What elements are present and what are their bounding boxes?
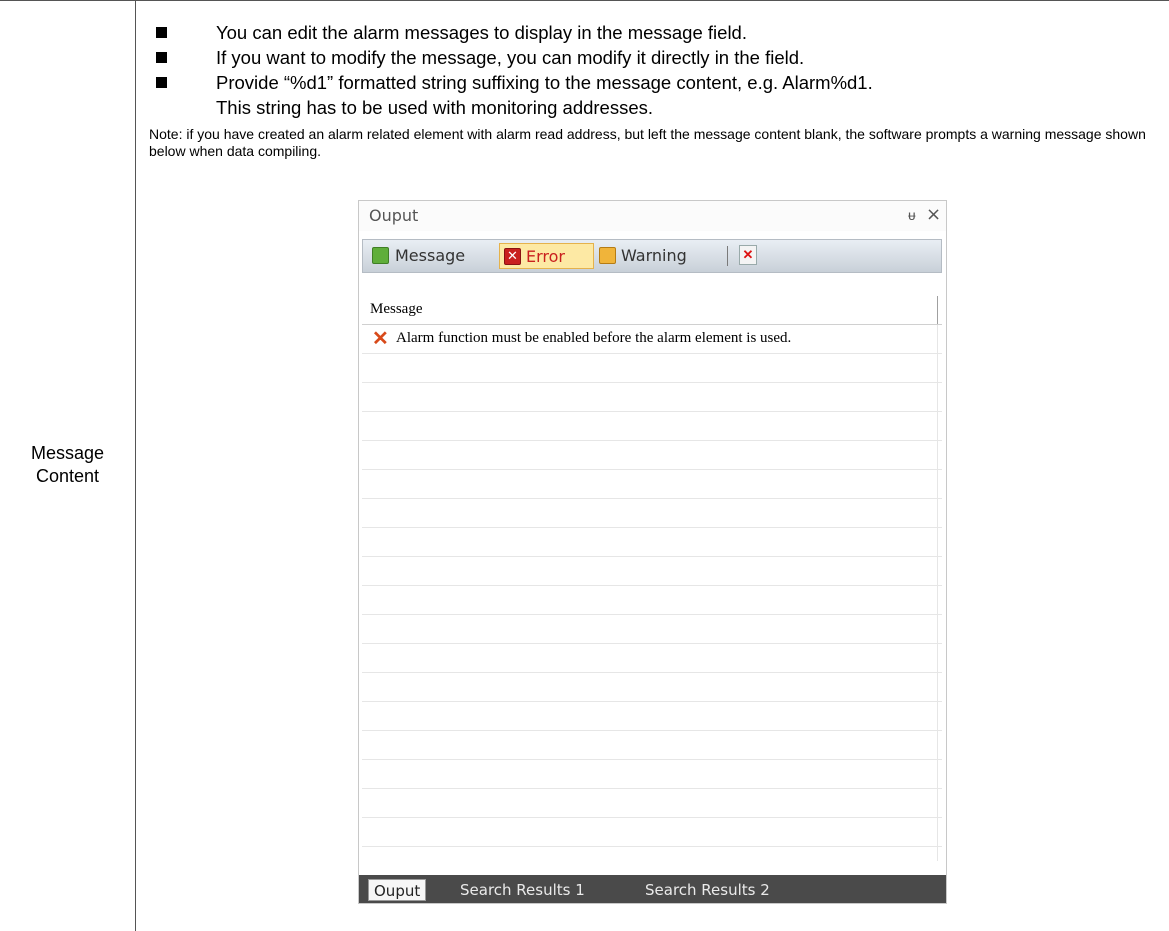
table-row: [362, 383, 942, 412]
table-top-border: [0, 0, 1169, 1]
message-filter-label: Message: [395, 246, 466, 265]
message-text: Alarm function must be enabled before th…: [396, 330, 792, 346]
bullet-text-continuation: This string has to be used with monitori…: [216, 97, 654, 118]
table-row: [362, 528, 942, 557]
message-icon: [372, 247, 389, 264]
close-icon[interactable]: ×: [926, 204, 941, 225]
tab-search-results-1[interactable]: Search Results 1: [460, 879, 585, 901]
error-icon: ✕: [504, 248, 521, 265]
bullet-text: You can edit the alarm messages to displ…: [216, 22, 747, 43]
warning-filter-button[interactable]: Warning: [599, 243, 719, 269]
table-row: [362, 789, 942, 818]
table-row: [362, 354, 942, 383]
table-row: [362, 615, 942, 644]
output-panel: Ouput ᵾ × Message ✕ Error Warning ✕ Mess…: [358, 200, 947, 904]
message-grid: ✕ Alarm function must be enabled before …: [362, 325, 942, 861]
table-row: [362, 470, 942, 499]
message-column-header[interactable]: Message: [362, 296, 942, 325]
tab-search-results-2[interactable]: Search Results 2: [645, 879, 770, 901]
bullet-square-icon: [156, 27, 167, 38]
clear-output-icon[interactable]: ✕: [739, 245, 757, 265]
toolbar-separator: [727, 246, 728, 266]
table-row: [362, 673, 942, 702]
table-row: [362, 644, 942, 673]
bullet-item: You can edit the alarm messages to displ…: [152, 20, 1152, 45]
pin-icon[interactable]: ᵾ: [908, 207, 916, 224]
bullet-text: If you want to modify the message, you c…: [216, 47, 805, 68]
table-row[interactable]: ✕ Alarm function must be enabled before …: [362, 325, 942, 354]
table-row: [362, 760, 942, 789]
error-x-icon: ✕: [372, 328, 389, 350]
bullet-list: You can edit the alarm messages to displ…: [152, 20, 1152, 120]
column-resize-edge[interactable]: [937, 296, 938, 324]
table-row: [362, 586, 942, 615]
error-filter-label: Error: [526, 247, 565, 266]
panel-title: Ouput: [369, 206, 419, 225]
table-row: [362, 702, 942, 731]
error-filter-button[interactable]: ✕ Error: [499, 243, 594, 269]
grid-right-edge: [937, 325, 938, 861]
bullet-text: Provide “%d1” formatted string suffixing…: [216, 72, 873, 93]
bullet-item: If you want to modify the message, you c…: [152, 45, 1152, 70]
tab-output[interactable]: Ouput: [368, 879, 427, 901]
table-column-divider: [135, 0, 136, 931]
table-row: [362, 499, 942, 528]
row-label: Message Content: [30, 443, 105, 486]
output-toolbar: Message ✕ Error Warning ✕: [362, 239, 942, 273]
table-row: [362, 731, 942, 760]
bullet-item: Provide “%d1” formatted string suffixing…: [152, 70, 1152, 120]
table-row: [362, 557, 942, 586]
bullet-square-icon: [156, 52, 167, 63]
column-header-label: Message: [370, 301, 423, 317]
table-row: [362, 818, 942, 847]
table-row: [362, 441, 942, 470]
message-filter-button[interactable]: Message: [372, 243, 494, 269]
warning-filter-label: Warning: [621, 246, 687, 265]
warning-icon: [599, 247, 616, 264]
panel-header: Ouput ᵾ ×: [359, 201, 946, 231]
note-paragraph: Note: if you have created an alarm relat…: [149, 126, 1146, 159]
bullet-square-icon: [156, 77, 167, 88]
table-row: [362, 412, 942, 441]
output-tab-bar: Ouput Search Results 1 Search Results 2: [359, 875, 946, 903]
